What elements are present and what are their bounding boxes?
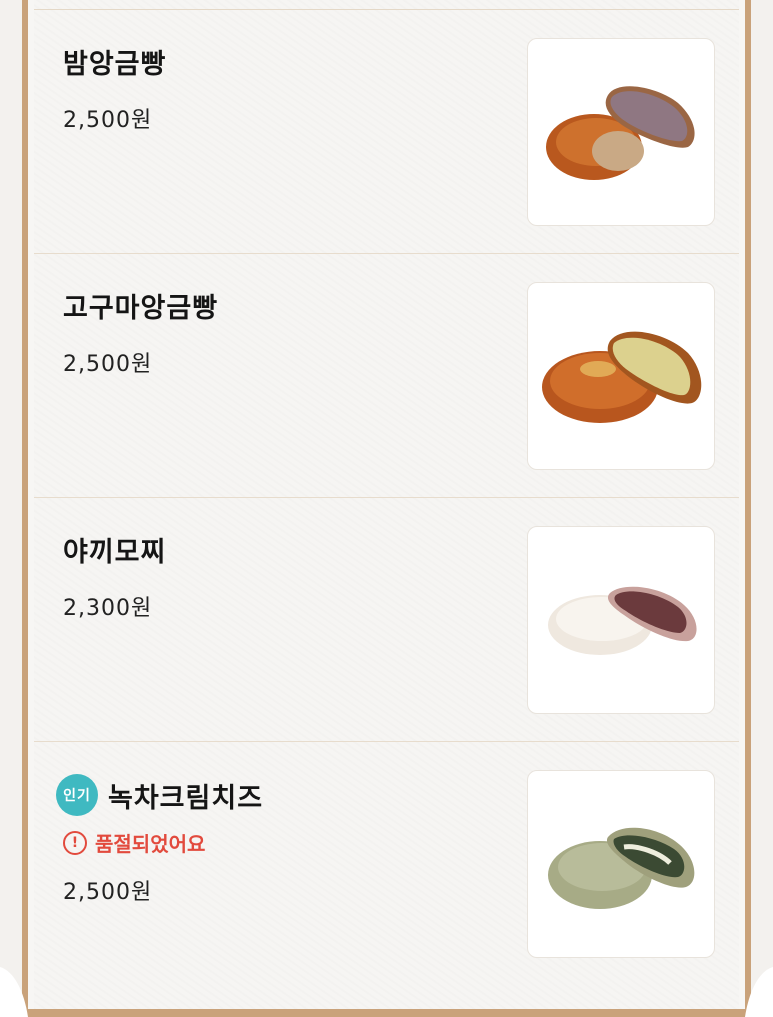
menu-item-price: 2,500원: [63, 880, 153, 905]
menu-item-matcha-cream-cheese[interactable]: 인기 녹차크림치즈 ! 품절되었어요 2,500원: [34, 742, 739, 985]
menu-item-name-text: 고구마앙금빵: [63, 293, 219, 324]
menu-item-image[interactable]: [527, 770, 715, 958]
menu-item-name-text: 녹차크림치즈: [108, 782, 264, 814]
popular-badge: 인기: [56, 774, 98, 816]
menu-list-frame: 밤앙금빵 2,500원 고구마앙금빵 2,500원 야끼모찌 2,300원 인기…: [22, 0, 751, 1017]
sold-out-text: 품절되었어요: [95, 832, 206, 856]
menu-item-name-text: 야끼모찌: [63, 537, 167, 568]
menu-item-image[interactable]: [527, 38, 715, 226]
menu-item-price: 2,300원: [63, 596, 153, 621]
sweet-potato-bread-image: [542, 331, 702, 423]
menu-item-goguma-anggeum-ppang[interactable]: 고구마앙금빵 2,500원: [34, 254, 739, 498]
menu-item-name: 인기 녹차크림치즈: [56, 774, 263, 816]
menu-item-yakimochi[interactable]: 야끼모찌 2,300원: [34, 498, 739, 742]
menu-item-name: 고구마앙금빵: [63, 286, 218, 325]
menu-item-image[interactable]: [527, 526, 715, 714]
yakimochi-image: [548, 586, 697, 655]
exclamation-circle-icon: !: [63, 830, 87, 855]
menu-item-bam-anggeum-ppang[interactable]: 밤앙금빵 2,500원: [34, 10, 739, 254]
sold-out-notice: ! 품절되었어요: [63, 828, 205, 857]
matcha-mochi-image: [548, 827, 695, 909]
menu-item-image[interactable]: [527, 282, 715, 470]
menu-item-name: 밤앙금빵: [63, 42, 166, 81]
menu-item-name-text: 밤앙금빵: [63, 49, 167, 80]
menu-item-name: 야끼모찌: [63, 530, 166, 569]
chestnut-bread-image: [546, 86, 695, 180]
menu-item-price: 2,500원: [63, 108, 153, 133]
menu-list-paper: 밤앙금빵 2,500원 고구마앙금빵 2,500원 야끼모찌 2,300원 인기…: [34, 0, 739, 1017]
menu-item-price: 2,500원: [63, 352, 153, 377]
